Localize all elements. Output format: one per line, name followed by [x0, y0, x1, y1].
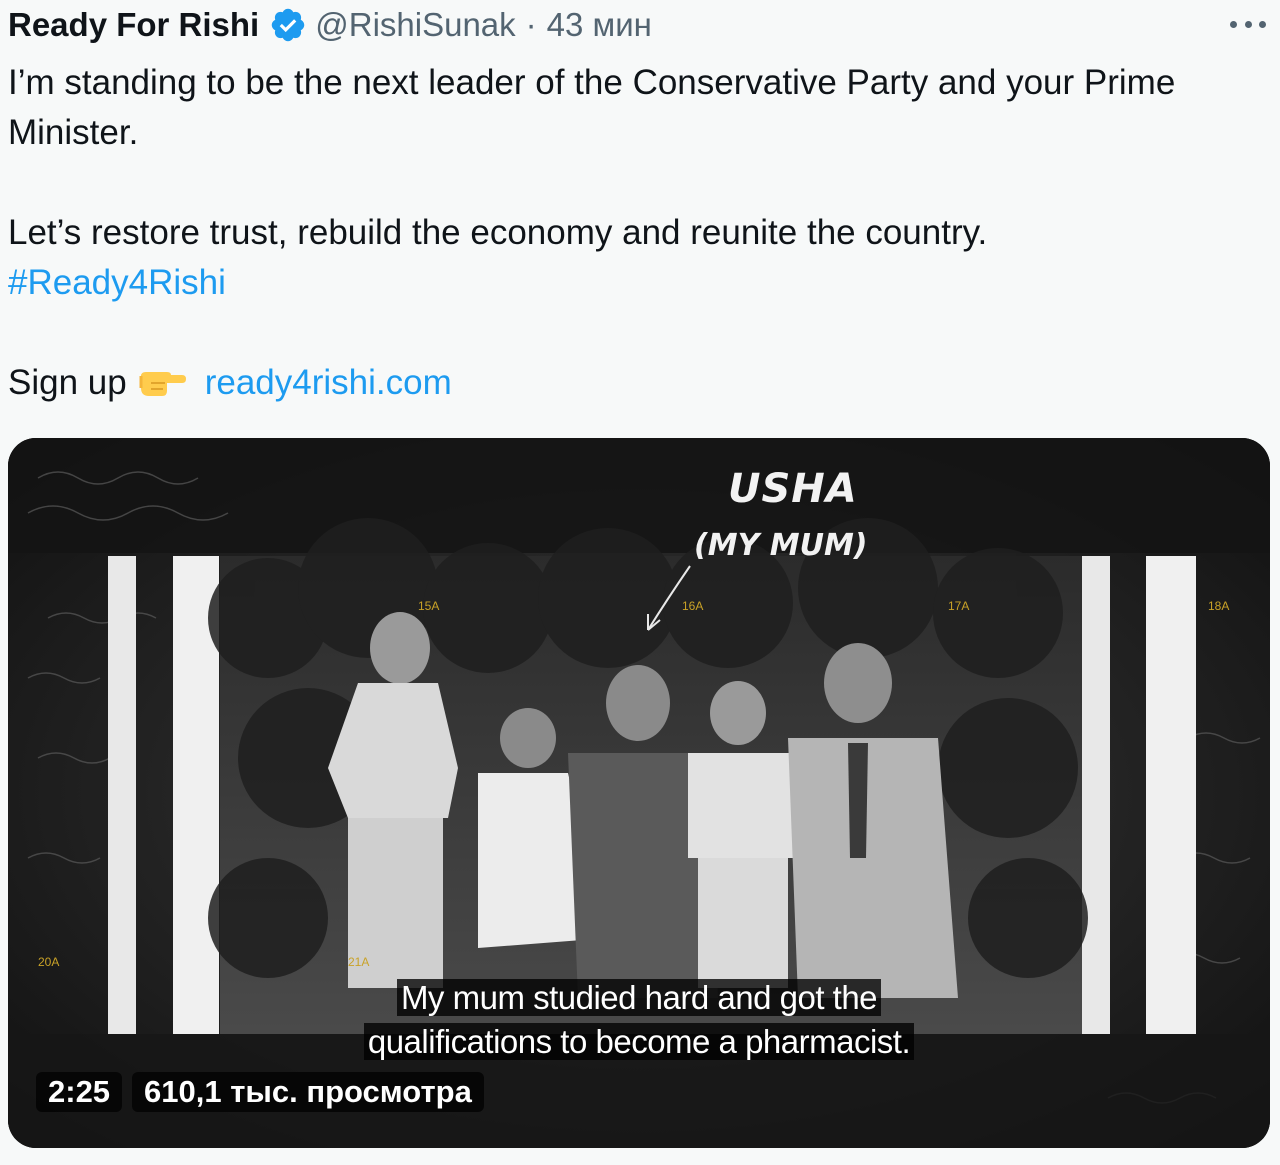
- video-overlay-sub: (MY MUM): [694, 528, 868, 563]
- more-horizontal-icon[interactable]: [1226, 6, 1270, 42]
- author-name[interactable]: Ready For Rishi: [8, 6, 259, 44]
- hashtag-link[interactable]: #Ready4Rishi: [8, 263, 226, 302]
- film-label: 17A: [948, 599, 969, 613]
- video-overlay-name: USHA: [728, 466, 858, 512]
- video-subtitles: My mum studied hard and got the qualific…: [8, 976, 1270, 1064]
- more-dot: [1230, 20, 1237, 28]
- pointing-right-hand-icon: [137, 364, 187, 398]
- signup-text: Sign up: [8, 363, 127, 402]
- film-label: 18A: [1208, 599, 1229, 613]
- video-player[interactable]: 15A 16A 17A 18A 20A 21A USHA (MY MUM) My…: [8, 438, 1270, 1148]
- film-label: 15A: [418, 599, 439, 613]
- film-label: 21A: [348, 955, 369, 969]
- tweet-timestamp[interactable]: 43 мин: [547, 6, 652, 44]
- subtitle-line1: My mum studied hard and got the: [396, 979, 882, 1016]
- video-views: 610,1 тыс. просмотра: [132, 1072, 484, 1112]
- tweet-text: I’m standing to be the next leader of th…: [8, 58, 1268, 408]
- tweet-text-line1: I’m standing to be the next leader of th…: [8, 63, 1176, 152]
- tweet-header: Ready For Rishi @RishiSunak · 43 мин: [8, 2, 652, 48]
- tweet: Ready For Rishi @RishiSunak · 43 мин I’m…: [0, 0, 1280, 1165]
- subtitle-line2: qualifications to become a pharmacist.: [363, 1023, 915, 1060]
- film-label: 20A: [38, 955, 59, 969]
- separator-dot: ·: [525, 6, 537, 43]
- verified-badge-icon: [269, 6, 307, 44]
- author-handle[interactable]: @RishiSunak: [315, 6, 515, 44]
- film-label: 16A: [682, 599, 703, 613]
- video-meta: 2:25 610,1 тыс. просмотра: [36, 1070, 484, 1114]
- website-link[interactable]: ready4rishi.com: [205, 363, 452, 402]
- more-dot: [1259, 20, 1266, 28]
- more-dot: [1244, 20, 1252, 28]
- video-duration: 2:25: [36, 1072, 123, 1112]
- tweet-text-line2: Let’s restore trust, rebuild the economy…: [8, 213, 988, 252]
